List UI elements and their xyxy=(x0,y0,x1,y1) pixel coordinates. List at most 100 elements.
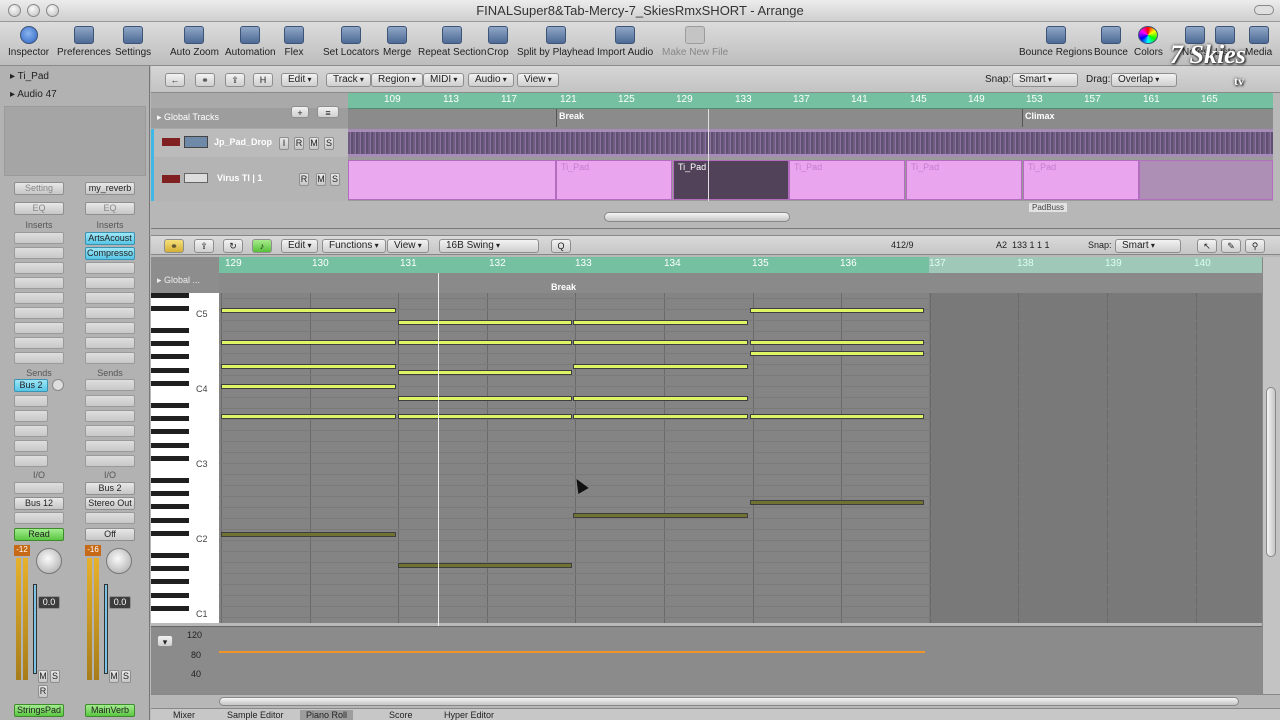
track-solo-button[interactable]: S xyxy=(330,173,340,186)
midi-note[interactable] xyxy=(221,384,396,389)
midi-region[interactable] xyxy=(348,160,556,200)
black-key[interactable] xyxy=(151,456,189,462)
arrange-hide-button[interactable]: H xyxy=(253,73,273,87)
repeat-section-button[interactable]: Repeat Section xyxy=(418,26,486,58)
track-header-virus-ti[interactable]: Virus TI | 1 R M S xyxy=(151,157,348,201)
pr-loop-button[interactable]: ↻ xyxy=(223,239,243,253)
black-key[interactable] xyxy=(151,340,189,346)
piano-roll-horizontal-scrollbar[interactable] xyxy=(219,697,1239,706)
midi-note[interactable] xyxy=(221,532,396,537)
strip1-insert-slot[interactable] xyxy=(14,262,64,274)
bounce-button[interactable]: Bounce xyxy=(1094,26,1128,58)
black-key[interactable] xyxy=(151,531,189,537)
black-key[interactable] xyxy=(151,490,189,496)
colors-button[interactable]: Colors xyxy=(1134,26,1163,58)
import-audio-button[interactable]: Import Audio xyxy=(597,26,653,58)
velocity-line[interactable] xyxy=(219,651,925,653)
midi-region[interactable]: Ti_Pad xyxy=(1023,160,1139,200)
arrange-drag-select[interactable]: Overlap xyxy=(1111,73,1177,87)
midi-track-lane[interactable]: Ti_Pad Ti_Pad Ti_Pad Ti_Pad Ti_Pad xyxy=(348,157,1273,201)
black-key[interactable] xyxy=(151,518,189,524)
tab-piano-roll[interactable]: Piano Roll xyxy=(300,710,354,720)
black-key[interactable] xyxy=(151,593,189,599)
strip2-insert-slot[interactable] xyxy=(85,307,135,319)
strip1-send-bus2[interactable]: Bus 2 xyxy=(14,379,48,392)
strip2-send-slot[interactable] xyxy=(85,410,135,422)
strip2-insert-slot[interactable] xyxy=(85,292,135,304)
arrange-ruler[interactable]: 109 113 117 121 125 129 133 137 141 145 … xyxy=(348,93,1273,109)
strip1-insert-slot[interactable] xyxy=(14,307,64,319)
flex-button[interactable]: Flex xyxy=(284,26,304,58)
zoom-window-button[interactable] xyxy=(46,4,59,17)
pr-midi-in-button[interactable]: ♪ xyxy=(252,239,272,253)
strip2-send-slot[interactable] xyxy=(85,379,135,391)
strip1-insert-slot[interactable] xyxy=(14,337,64,349)
strip2-insert-slot[interactable] xyxy=(85,277,135,289)
strip2-setting-button[interactable]: my_reverb xyxy=(85,182,135,195)
split-by-playhead-button[interactable]: Split by Playhead xyxy=(517,26,594,58)
midi-note[interactable] xyxy=(398,370,572,375)
pr-global-tracks[interactable]: ▸ Global ... xyxy=(151,257,219,297)
track-mute-button[interactable]: M xyxy=(316,173,326,186)
strip1-send-knob[interactable] xyxy=(52,379,64,391)
pr-catch-button[interactable]: ⇪ xyxy=(194,239,214,253)
track-header-jp-pad-drop[interactable]: Jp_Pad_Drop I R M S xyxy=(151,129,348,157)
set-locators-button[interactable]: Set Locators xyxy=(323,26,379,58)
track-options-button[interactable]: ≡ xyxy=(317,106,339,118)
track-record-button[interactable]: R xyxy=(294,137,304,150)
strip2-automation-mode[interactable]: Off xyxy=(85,528,135,541)
strip1-setting-button[interactable]: Setting xyxy=(14,182,64,195)
midi-note[interactable] xyxy=(573,414,748,419)
arrange-marker-lane[interactable]: Break Climax xyxy=(348,109,1273,129)
arrange-horizontal-scrollbar[interactable] xyxy=(604,212,790,222)
arrange-playhead[interactable] xyxy=(708,109,709,202)
strip1-automation-mode[interactable]: Read xyxy=(14,528,64,541)
strip2-eq-button[interactable]: EQ xyxy=(85,202,135,215)
black-key[interactable] xyxy=(151,381,189,387)
strip2-name[interactable]: MainVerb xyxy=(85,704,135,717)
pointer-tool-button[interactable]: ↖ xyxy=(1197,239,1217,253)
black-key[interactable] xyxy=(151,606,189,612)
strip2-insert-slot[interactable] xyxy=(85,262,135,274)
black-key[interactable] xyxy=(151,368,189,374)
midi-note[interactable] xyxy=(221,340,396,345)
strip1-pan-knob[interactable] xyxy=(36,548,62,574)
strip1-send-slot[interactable] xyxy=(14,425,48,437)
minimize-window-button[interactable] xyxy=(27,4,40,17)
strip2-mute-button[interactable]: M xyxy=(109,670,119,683)
midi-note[interactable] xyxy=(573,340,748,345)
black-key[interactable] xyxy=(151,415,189,421)
automation-button[interactable]: Automation xyxy=(225,26,276,58)
tab-sample-editor[interactable]: Sample Editor xyxy=(221,710,290,720)
strip2-insert-slot[interactable] xyxy=(85,337,135,349)
quantize-button[interactable]: Q xyxy=(551,239,571,253)
track-mute-button[interactable]: M xyxy=(309,137,319,150)
strip2-insert-slot[interactable] xyxy=(85,352,135,364)
midi-note[interactable] xyxy=(398,396,572,401)
strip1-input-slot[interactable] xyxy=(14,482,64,494)
settings-button[interactable]: Settings xyxy=(115,26,151,58)
black-key[interactable] xyxy=(151,293,189,299)
strip2-output-button[interactable]: Stereo Out xyxy=(85,497,135,510)
black-key[interactable] xyxy=(151,443,189,449)
strip1-gain-display[interactable]: 0.0 xyxy=(38,596,60,609)
pr-link-button[interactable]: ⚭ xyxy=(164,239,184,253)
strip2-insert-compressor[interactable]: Compresso xyxy=(85,247,135,260)
black-key[interactable] xyxy=(151,477,189,483)
marker-break[interactable]: Break xyxy=(551,282,576,292)
midi-note[interactable] xyxy=(573,513,748,518)
preferences-button[interactable]: Preferences xyxy=(57,26,111,58)
strip1-eq-button[interactable]: EQ xyxy=(14,202,64,215)
tab-mixer[interactable]: Mixer xyxy=(167,710,201,720)
pr-view-menu[interactable]: View xyxy=(387,239,429,253)
midi-note[interactable] xyxy=(573,320,748,325)
black-key[interactable] xyxy=(151,565,189,571)
black-key[interactable] xyxy=(151,327,189,333)
strip2-group-slot[interactable] xyxy=(85,512,135,524)
pr-functions-menu[interactable]: Functions xyxy=(322,239,386,253)
close-window-button[interactable] xyxy=(8,4,21,17)
midi-region-selected[interactable]: Ti_Pad xyxy=(673,160,789,200)
midi-note[interactable] xyxy=(750,308,924,313)
strip1-group-slot[interactable] xyxy=(14,512,64,524)
arrange-back-button[interactable]: ← xyxy=(165,73,185,87)
